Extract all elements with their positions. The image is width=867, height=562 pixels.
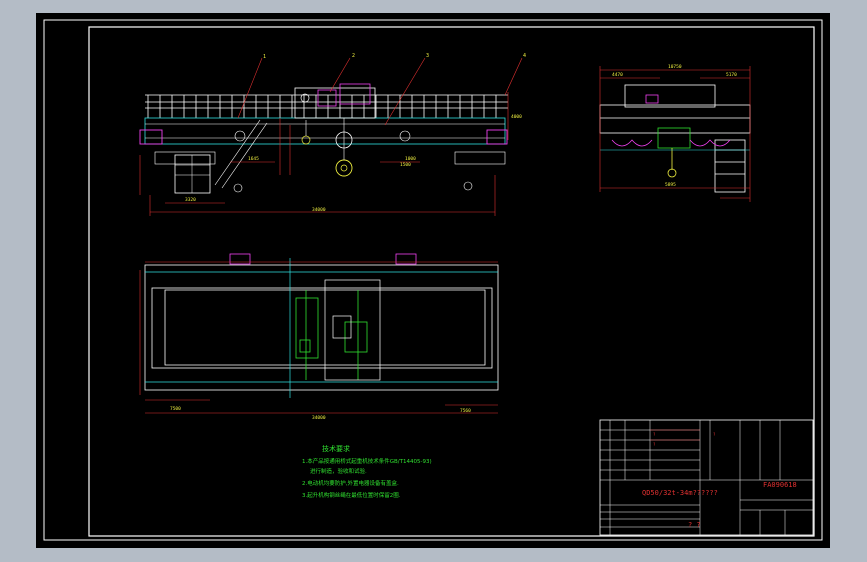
side-left-dim: 4470	[612, 72, 623, 78]
callout-3: 3	[426, 53, 429, 59]
tech-notes-title: 技术要求	[322, 444, 350, 453]
plan-overall-dim: 34000	[312, 415, 326, 421]
front-mid-dim-b: 1500	[400, 162, 411, 168]
side-base-dim: 5895	[665, 182, 676, 188]
front-height-dim: 4000	[511, 114, 522, 120]
drawing-paper	[36, 13, 830, 548]
front-left-dim: 3320	[185, 197, 196, 203]
plan-left-dim: 7500	[170, 406, 181, 412]
tech-note-3: 3.起升机构钢丝绳在最低位置时保留2圈.	[302, 491, 401, 499]
callout-1: 1	[263, 54, 266, 60]
side-right-dim: 5170	[726, 72, 737, 78]
front-mid-dim-a: 1645	[248, 156, 259, 162]
front-right-dim: 1000	[405, 156, 416, 162]
callout-4: 4	[523, 53, 526, 59]
front-span-dim: 34000	[312, 207, 326, 213]
callout-2: 2	[352, 53, 355, 59]
tech-note-2: 2.电动机均要防护,外置电器设备有盖盒.	[302, 479, 399, 487]
drawing-subtitle: ? ?	[688, 521, 701, 529]
drawing-title: QD50/32t-34m??????	[642, 489, 718, 497]
tech-note-1: 1.本产品按通用桥式起重机技术条件GB/T14405-93)	[302, 457, 432, 465]
tech-note-1b: 进行制造，验收和试验.	[310, 467, 367, 475]
cad-drawing-viewport[interactable]: 1 2 3 4 34000 3320 1645 1500 1000 4000 1…	[0, 0, 867, 562]
plan-right-dim: 7560	[460, 408, 471, 414]
drawing-number: FA090618	[763, 481, 797, 489]
side-top-dim: 10750	[668, 64, 682, 70]
